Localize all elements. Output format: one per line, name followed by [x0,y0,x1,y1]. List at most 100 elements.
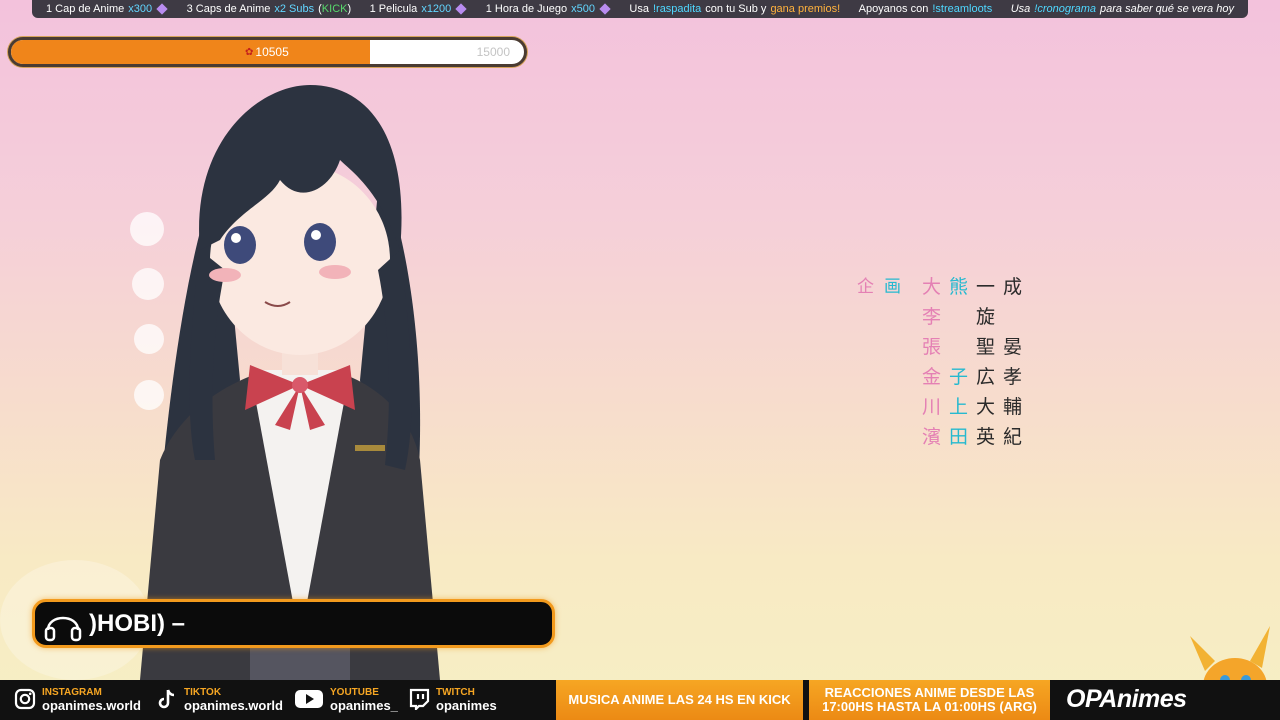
credit-name-row: 川上大輔 [852,392,1032,422]
ticker-label: para saber qué se vera hoy [1100,3,1234,15]
ticker-item-pelicula: 1 Pelicula x1200 [370,3,468,15]
ticker-label: con tu Sub y [705,3,767,15]
credit-char: 一 [975,276,995,298]
credit-name-row: 金子広孝 [852,362,1032,392]
ticker-label: Usa [1010,3,1031,15]
ticker-item-cap: 1 Cap de Anime x300 [46,3,168,15]
credit-name-row: 濱田英紀 [852,422,1032,452]
promo-reactions-text: REACCIONES ANIME DESDE LAS 17:00HS HASTA… [809,680,1050,720]
social-handle: opanimes.world [184,698,283,713]
ticker-label: 1 Cap de Anime [46,3,125,15]
goal-fill [11,40,371,64]
mascot-ear-left [1190,636,1215,671]
credits-block: 企画大熊一成李旋張聖晏金子広孝川上大輔濱田英紀 [852,272,1032,452]
credit-char: 聖 [975,336,995,358]
social-tiktok[interactable]: TIKTOK opanimes.world [156,686,283,712]
tiktok-icon [158,689,175,709]
credit-char: 英 [975,426,995,448]
bottom-bar: INSTAGRAM opanimes.world TIKTOK opanimes… [0,680,1280,720]
ticker-item-cronograma: Usa !cronograma para saber qué se vera h… [1011,3,1234,15]
instagram-icon [14,688,36,710]
credit-char [945,332,972,362]
eye-left-shine [231,233,241,243]
credit-char: 田 [948,426,968,448]
promo-kick-banner: MUSICA ANIME LAS 24 HS EN KICK [556,680,803,720]
gem-icon [455,3,467,15]
social-youtube[interactable]: YOUTUBE opanimes_ [294,686,398,712]
ticker-label: 1 Pelicula [369,3,418,15]
promo-reactions-banner: REACCIONES ANIME DESDE LAS 17:00HS HASTA… [809,680,1050,720]
credit-char: 大 [921,276,941,298]
blush-left [209,268,241,282]
goal-current-value: 10505 [255,45,289,59]
badge [355,445,385,451]
ticker-item-juego: 1 Hora de Juego x500 [486,3,611,15]
credit-role-char: 企 [857,277,874,297]
blood-drop-icon: ✿ [245,46,254,58]
credit-char: 子 [948,366,968,388]
mascot-ear-right [1250,626,1270,668]
gem-icon [156,3,168,15]
social-handle: opanimes_ [330,698,398,713]
promo-reactions-line1: REACCIONES ANIME DESDE LAS [824,685,1035,700]
ticker-label: Apoyanos con [858,3,929,15]
credit-char: 紀 [1002,426,1022,448]
ticker-value: x500 [571,3,595,15]
goal-current: ✿ 10505 [245,45,289,59]
goal-target-value: 15000 [476,45,510,59]
bow-knot [292,377,308,393]
ticker-item-caps: 3 Caps de Anime x2 Subs (KICK) [187,3,352,15]
social-instagram[interactable]: INSTAGRAM opanimes.world [14,686,141,712]
credit-char [945,302,972,332]
credit-char: 熊 [948,276,968,298]
credit-char: 輔 [1002,396,1022,418]
credit-name-row: 李旋 [852,302,1032,332]
ticker-label: 1 Hora de Juego [485,3,568,15]
ticker-item-streamloots: Apoyanos con !streamloots [859,3,993,15]
ticker-paren: ) [347,3,352,15]
ticker-label: 3 Caps de Anime [186,3,271,15]
gem-icon [599,3,611,15]
anime-character-illustration [140,85,440,680]
eye-left [224,226,256,264]
credit-role-char: 画 [884,277,901,297]
credit-char: 大 [975,396,995,418]
social-handle: opanimes [436,698,497,713]
eye-right-shine [311,230,321,240]
credit-char [999,302,1026,332]
blush-right [319,265,351,279]
credit-char: 李 [921,306,941,328]
eye-right [304,223,336,261]
ticker-value: x2 Subs [274,3,315,15]
ticker-item-raspadita: Usa !raspadita con tu Sub y gana premios… [629,3,840,15]
ticker-kick: KICK [321,3,348,15]
credit-char: 広 [975,366,995,388]
ticker-value: x1200 [421,3,452,15]
youtube-icon [295,690,323,708]
credit-char: 川 [921,396,941,418]
twitch-icon [409,688,430,710]
credit-name-row: 張 聖晏 [852,332,1032,362]
social-handle: opanimes.world [42,698,141,713]
brand-logo-text: OPAnimes [1066,685,1187,713]
headphones-icon [44,616,82,641]
credit-role: 企画 [852,272,906,302]
ticker-value: x300 [128,3,153,15]
credit-char: 金 [921,366,941,388]
credit-char: 張 [921,336,941,358]
ticker-command: !streamloots [932,3,993,15]
goal-progress-bar: ✿ 10505 15000 [8,37,527,67]
top-ticker: 1 Cap de Anime x300 3 Caps de Anime x2 S… [32,0,1248,18]
credit-char: 濱 [921,426,941,448]
credit-char: 成 [1002,276,1022,298]
credit-char: 晏 [1002,336,1022,358]
song-title: )HOBI) – [89,609,185,637]
ticker-command: !cronograma [1034,3,1097,15]
credit-char: 旋 [975,306,995,328]
social-twitch[interactable]: TWITCH opanimes [408,686,497,712]
credit-char: 上 [948,396,968,418]
promo-reactions-line2: 17:00HS HASTA LA 01:00HS (ARG) [822,699,1037,714]
ticker-command: !raspadita [652,3,702,15]
now-playing-bar: )HOBI) – [32,599,555,648]
credit-char: 孝 [1002,366,1022,388]
